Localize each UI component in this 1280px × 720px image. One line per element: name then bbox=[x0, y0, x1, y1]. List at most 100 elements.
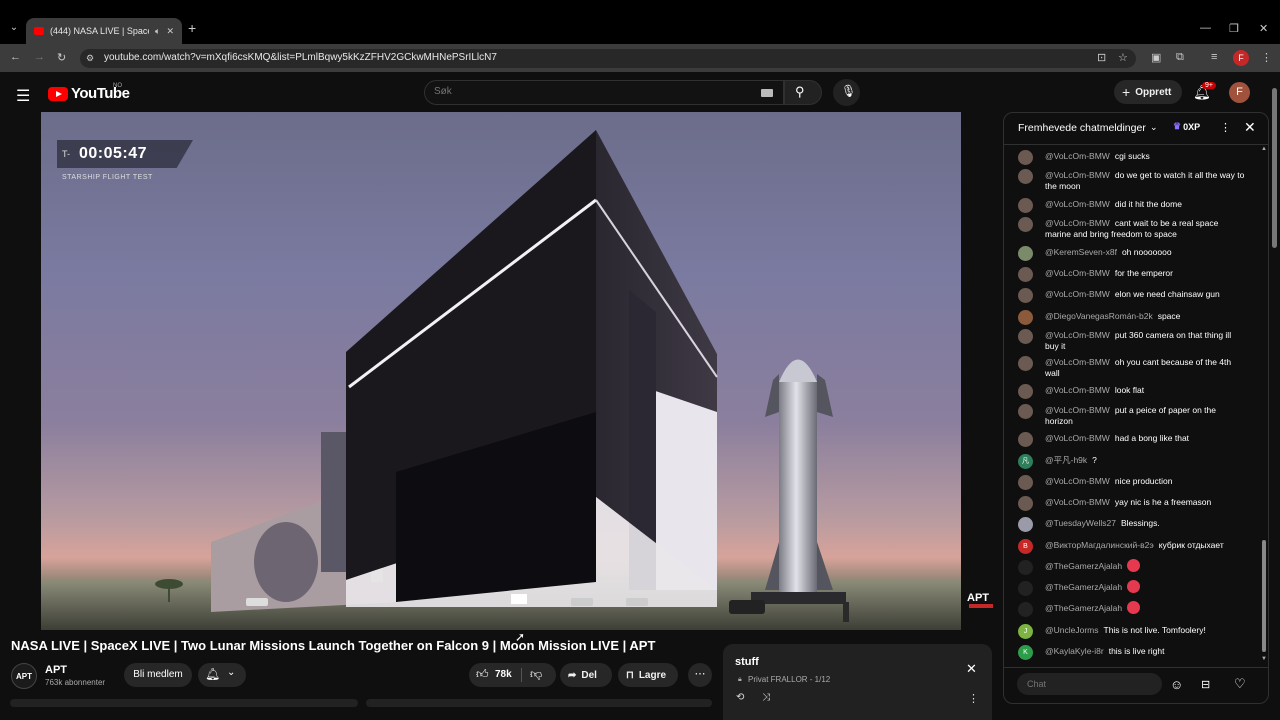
chat-author-name[interactable]: @ВикторМагдалинский-в2э bbox=[1045, 540, 1154, 550]
chat-author-avatar[interactable] bbox=[1018, 384, 1033, 399]
chat-author-name[interactable]: @VoLcOm-BMW bbox=[1045, 151, 1110, 161]
chat-scroll-up-icon[interactable]: ▲ bbox=[1261, 146, 1267, 152]
chat-author-avatar[interactable] bbox=[1018, 267, 1033, 282]
chat-author-avatar[interactable] bbox=[1018, 356, 1033, 371]
chat-author-avatar[interactable] bbox=[1018, 602, 1033, 617]
chat-author-avatar[interactable] bbox=[1018, 198, 1033, 213]
chat-author-avatar[interactable] bbox=[1018, 517, 1033, 532]
playlist-title[interactable]: stuff bbox=[735, 656, 759, 668]
chat-author-name[interactable]: @VoLcOm-BMW bbox=[1045, 218, 1110, 228]
media-control-icon[interactable]: ≡ bbox=[1211, 51, 1217, 63]
hamburger-menu-icon[interactable]: ☰ bbox=[16, 86, 30, 106]
heart-icon[interactable]: ♡ bbox=[1234, 676, 1246, 692]
chat-mode-selector[interactable]: Fremhevede chatmeldinger bbox=[1018, 122, 1146, 134]
forward-icon[interactable]: → bbox=[34, 51, 45, 63]
create-button[interactable]: + Opprett bbox=[1114, 80, 1182, 104]
speaker-icon[interactable]: 🔈︎ bbox=[155, 26, 160, 37]
thumbs-up-icon[interactable]: 👍︎ bbox=[476, 667, 489, 682]
tab-list-button[interactable]: ⌄ bbox=[6, 22, 22, 38]
chat-author-name[interactable]: @VoLcOm-BMW bbox=[1045, 289, 1110, 299]
url-text[interactable]: youtube.com/watch?v=mXqfi6csKMQ&list=PLm… bbox=[104, 52, 497, 63]
keyboard-icon[interactable] bbox=[761, 89, 773, 97]
chat-author-avatar[interactable] bbox=[1018, 475, 1033, 490]
playlist-close-icon[interactable]: ✕ bbox=[966, 661, 977, 677]
share-button[interactable]: ➦ Del bbox=[560, 663, 612, 687]
window-close-icon[interactable]: ✕ bbox=[1259, 22, 1268, 35]
chat-author-avatar[interactable] bbox=[1018, 329, 1033, 344]
chat-author-avatar[interactable] bbox=[1018, 310, 1033, 325]
chat-author-name[interactable]: @TheGamerzAjalah bbox=[1045, 603, 1122, 613]
chat-author-avatar[interactable] bbox=[1018, 217, 1033, 232]
chat-author-avatar[interactable] bbox=[1018, 150, 1033, 165]
browser-profile-icon[interactable]: F bbox=[1233, 50, 1249, 66]
site-info-icon[interactable]: ⚙ bbox=[86, 53, 94, 64]
super-chat-icon[interactable]: ⊟ bbox=[1201, 678, 1210, 691]
search-icon[interactable]: ⚲ bbox=[795, 84, 805, 100]
chat-author-avatar[interactable] bbox=[1018, 560, 1033, 575]
xp-badge[interactable]: ♛ 0XP bbox=[1173, 121, 1200, 132]
chat-author-avatar[interactable]: K bbox=[1018, 645, 1033, 660]
chat-author-name[interactable]: @TuesdayWells27 bbox=[1045, 518, 1116, 528]
browser-menu-icon[interactable]: ⋮ bbox=[1261, 51, 1272, 64]
chat-author-avatar[interactable] bbox=[1018, 288, 1033, 303]
install-app-icon[interactable]: ⊡ bbox=[1097, 51, 1106, 64]
minimize-icon[interactable]: — bbox=[1200, 22, 1211, 34]
join-button[interactable]: Bli medlem bbox=[124, 663, 192, 687]
chevron-down-icon[interactable]: ⌄ bbox=[1150, 122, 1158, 133]
chat-author-avatar[interactable]: J bbox=[1018, 624, 1033, 639]
chat-author-avatar[interactable]: 凡 bbox=[1018, 454, 1033, 469]
chat-author-avatar[interactable] bbox=[1018, 404, 1033, 419]
chat-author-avatar[interactable] bbox=[1018, 432, 1033, 447]
chat-author-name[interactable]: @KeremSeven-x8f bbox=[1045, 247, 1117, 257]
playlist-more-icon[interactable]: ⋮ bbox=[968, 692, 979, 705]
puzzle-icon[interactable]: ⧉ bbox=[1176, 51, 1184, 64]
chat-author-name[interactable]: @VoLcOm-BMW bbox=[1045, 497, 1110, 507]
chat-author-name[interactable]: @VoLcOm-BMW bbox=[1045, 433, 1110, 443]
chat-more-icon[interactable]: ⋮ bbox=[1220, 121, 1231, 134]
channel-name[interactable]: APT bbox=[45, 664, 67, 676]
chat-author-name[interactable]: @KaylaKyle-i8r bbox=[1045, 646, 1104, 656]
chat-scrollbar[interactable] bbox=[1262, 540, 1266, 652]
video-player[interactable] bbox=[41, 112, 961, 630]
shuffle-icon[interactable]: ⤨ bbox=[762, 692, 770, 703]
chat-author-name[interactable]: @VoLcOm-BMW bbox=[1045, 357, 1110, 367]
loop-icon[interactable]: ⟲ bbox=[736, 692, 744, 703]
microphone-icon[interactable]: 🎙︎ bbox=[841, 84, 856, 98]
chat-author-name[interactable]: @DiegoVanegasRomán-b2k bbox=[1045, 311, 1153, 321]
channel-avatar[interactable]: APT bbox=[11, 663, 37, 689]
like-count[interactable]: 78k bbox=[495, 669, 512, 680]
emoji-icon[interactable]: ☺ bbox=[1170, 677, 1183, 692]
tab-close-icon[interactable]: ✕ bbox=[166, 26, 174, 37]
chat-close-icon[interactable]: ✕ bbox=[1244, 119, 1256, 136]
account-avatar[interactable]: F bbox=[1229, 82, 1250, 103]
browser-tab[interactable]: (444) NASA LIVE | SpaceX LIVE 🔈︎ ✕ bbox=[26, 18, 182, 44]
reload-icon[interactable]: ↻ bbox=[57, 51, 66, 64]
chat-author-avatar[interactable] bbox=[1018, 246, 1033, 261]
more-actions-button[interactable]: ⋯ bbox=[688, 663, 712, 687]
chat-author-avatar[interactable] bbox=[1018, 496, 1033, 511]
chat-author-name[interactable]: @VoLcOm-BMW bbox=[1045, 476, 1110, 486]
chat-input[interactable] bbox=[1017, 673, 1162, 695]
chat-author-name[interactable]: @VoLcOm-BMW bbox=[1045, 268, 1110, 278]
page-scrollbar[interactable] bbox=[1272, 88, 1277, 248]
chat-scroll-down-icon[interactable]: ▼ bbox=[1261, 656, 1267, 662]
chat-author-name[interactable]: @VoLcOm-BMW bbox=[1045, 405, 1110, 415]
chat-author-avatar[interactable] bbox=[1018, 169, 1033, 184]
search-input[interactable] bbox=[434, 86, 734, 97]
restore-icon[interactable]: ❐ bbox=[1229, 22, 1239, 35]
chat-author-avatar[interactable] bbox=[1018, 581, 1033, 596]
chat-author-name[interactable]: @TheGamerzAjalah bbox=[1045, 582, 1122, 592]
chat-author-avatar[interactable]: B bbox=[1018, 539, 1033, 554]
extension-icon[interactable]: ▣ bbox=[1151, 51, 1161, 64]
chat-author-name[interactable]: @VoLcOm-BMW bbox=[1045, 330, 1110, 340]
chat-author-name[interactable]: @平凡-h9k bbox=[1045, 455, 1087, 465]
chat-author-name[interactable]: @VoLcOm-BMW bbox=[1045, 170, 1110, 180]
save-button[interactable]: ⊓ Lagre bbox=[618, 663, 678, 687]
back-icon[interactable]: ← bbox=[10, 51, 21, 63]
chat-author-name[interactable]: @VoLcOm-BMW bbox=[1045, 199, 1110, 209]
chat-author-name[interactable]: @TheGamerzAjalah bbox=[1045, 561, 1122, 571]
chat-author-name[interactable]: @UncleJorms bbox=[1045, 625, 1099, 635]
chat-author-name[interactable]: @VoLcOm-BMW bbox=[1045, 385, 1110, 395]
channel-watermark[interactable]: APT bbox=[967, 592, 989, 604]
thumbs-down-icon[interactable]: 👎︎ bbox=[530, 667, 542, 682]
